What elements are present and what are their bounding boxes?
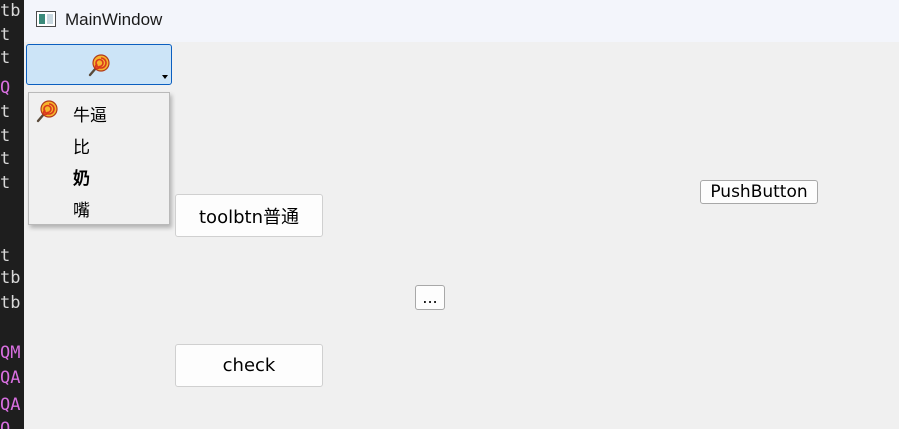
popup-menu: 牛逼 比 奶 嘴	[28, 92, 170, 225]
terminal-line: tb	[0, 1, 21, 21]
terminal-line: QM	[0, 343, 21, 363]
terminal-line: t	[0, 149, 11, 169]
terminal-line: t	[0, 102, 11, 122]
ellipsis-button[interactable]: ...	[415, 285, 445, 310]
lollipop-icon	[87, 53, 111, 82]
terminal-line: QA	[0, 368, 21, 388]
push-button[interactable]: PushButton	[700, 180, 818, 204]
terminal-line: QA	[0, 395, 21, 415]
terminal-line: t	[0, 48, 11, 68]
dropdown-arrow-icon[interactable]	[162, 75, 168, 79]
terminal-line: t	[0, 173, 11, 193]
terminal-line: Q	[0, 78, 11, 98]
background-terminal: tb t t Q t t t t t tb tb QM QA QA Q	[0, 0, 24, 429]
menu-item-label: 比	[73, 138, 90, 158]
menu-item-bi[interactable]: 比	[31, 127, 167, 159]
lollipop-icon	[35, 99, 59, 128]
terminal-line: t	[0, 246, 11, 266]
check-button[interactable]: check	[175, 344, 323, 387]
menu-item-label: 牛逼	[73, 106, 107, 126]
main-window: MainWindow 牛逼 比 奶 嘴 toolbtn普通 PushButton…	[24, 0, 899, 429]
title-bar[interactable]: MainWindow	[24, 0, 899, 42]
app-window-icon	[36, 11, 56, 27]
terminal-line: tb	[0, 268, 21, 288]
terminal-line: t	[0, 25, 11, 45]
menu-item-label: 嘴	[73, 201, 90, 221]
menu-item-nai[interactable]: 奶	[31, 158, 167, 190]
terminal-line: Q	[0, 419, 11, 429]
terminal-line: tb	[0, 293, 21, 313]
toolbtn-normal-button[interactable]: toolbtn普通	[175, 194, 323, 237]
window-title: MainWindow	[65, 10, 163, 29]
menu-item-label: 奶	[73, 169, 90, 189]
menu-item-zui[interactable]: 嘴	[31, 190, 167, 222]
tool-menu-button[interactable]	[26, 44, 172, 85]
terminal-line: t	[0, 126, 11, 146]
menu-item-niubi[interactable]: 牛逼	[31, 95, 167, 127]
